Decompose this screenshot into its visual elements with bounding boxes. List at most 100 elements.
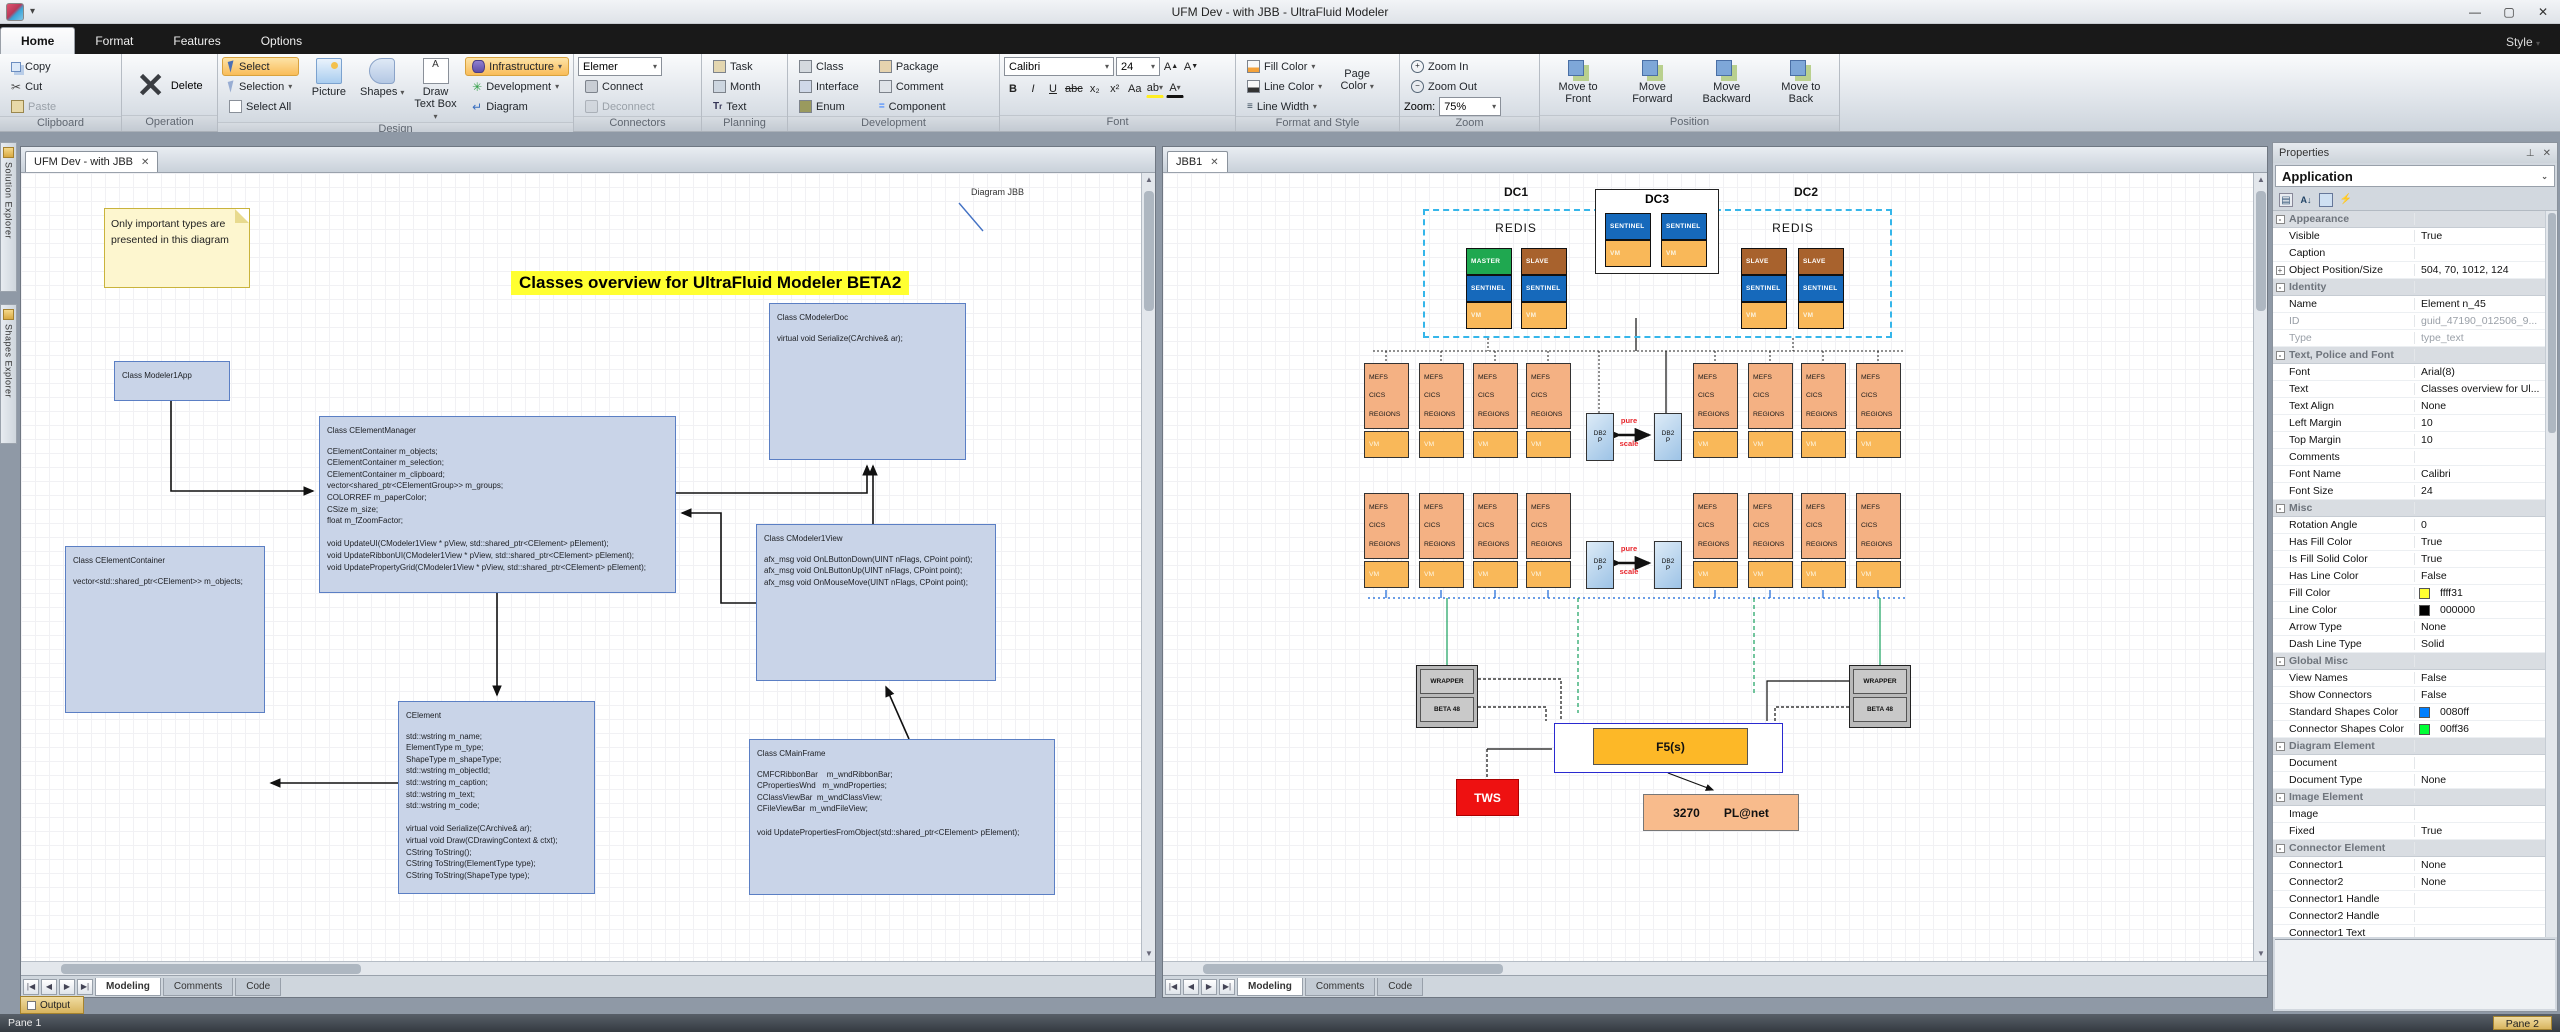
prev-page-button[interactable]: ◀	[41, 979, 57, 995]
property-value[interactable]: 00ff36	[2434, 723, 2557, 735]
property-row[interactable]: Comments	[2273, 449, 2557, 466]
task-button[interactable]: Task	[706, 57, 768, 76]
property-row[interactable]: Image	[2273, 806, 2557, 823]
property-value[interactable]: 504, 70, 1012, 124	[2415, 264, 2557, 276]
property-value[interactable]: Arial(8)	[2415, 366, 2557, 378]
property-value[interactable]: False	[2415, 689, 2557, 701]
property-value[interactable]: Solid	[2415, 638, 2557, 650]
property-row[interactable]: Text Classes overview for Ul...	[2273, 381, 2557, 398]
move-to-back-button[interactable]: Move to Back	[1772, 56, 1830, 105]
property-row[interactable]: Line Color 000000	[2273, 602, 2557, 619]
right-doc-tab[interactable]: JBB1✕	[1167, 151, 1228, 172]
mefs-stack[interactable]: MEFS CICS REGIONS VM	[1473, 363, 1518, 458]
class-box-celement[interactable]: CElement std::wstring m_name; ElementTyp…	[398, 701, 595, 894]
property-value[interactable]: 0	[2415, 519, 2557, 531]
grow-font-button[interactable]: A▲	[1162, 57, 1180, 76]
redis-stack-dc1-master[interactable]: MASTER SENTINEL VM	[1466, 248, 1512, 329]
property-row[interactable]: Connector1 None	[2273, 857, 2557, 874]
next-page-button[interactable]: ▶	[59, 979, 75, 995]
tab-code[interactable]: Code	[235, 978, 281, 996]
style-dropdown[interactable]: Style ▾	[2496, 30, 2550, 54]
tab-options[interactable]: Options	[241, 28, 322, 54]
close-icon[interactable]: ✕	[2543, 148, 2551, 159]
dc2-label[interactable]: DC2	[1776, 185, 1836, 199]
property-row[interactable]: Document Type None	[2273, 772, 2557, 789]
copy-button[interactable]: Copy	[4, 57, 63, 76]
property-value[interactable]: True	[2415, 553, 2557, 565]
property-value[interactable]: 10	[2415, 417, 2557, 429]
package-button[interactable]: Package	[872, 57, 953, 76]
property-value[interactable]: Element n_45	[2415, 298, 2557, 310]
redis-stack-dc2-slave-1[interactable]: SLAVE SENTINEL VM	[1741, 248, 1787, 329]
output-panel-tab[interactable]: Output	[20, 996, 84, 1014]
diagram-title[interactable]: Classes overview for UltraFluid Modeler …	[511, 271, 909, 295]
property-row[interactable]: Standard Shapes Color 0080ff	[2273, 704, 2557, 721]
class-box-cmainframe[interactable]: Class CMainFrame CMFCRibbonBar m_wndRibb…	[749, 739, 1055, 895]
mefs-stack[interactable]: MEFS CICS REGIONS VM	[1526, 493, 1571, 588]
tws-box[interactable]: TWS	[1456, 779, 1519, 816]
wrapper-box[interactable]: WRAPPER BETA 48	[1849, 665, 1911, 728]
close-icon[interactable]: ✕	[141, 157, 149, 168]
sort-az-icon[interactable]: A↓	[2299, 193, 2313, 207]
scroll-up-icon[interactable]: ▲	[1142, 173, 1156, 187]
redis-label-dc2[interactable]: REDIS	[1741, 221, 1845, 235]
property-value[interactable]: False	[2415, 570, 2557, 582]
next-page-button[interactable]: ▶	[1201, 979, 1217, 995]
connect-button[interactable]: Connect	[578, 77, 662, 96]
zoom-in-button[interactable]: +Zoom In	[1404, 57, 1501, 76]
mefs-stack[interactable]: MEFS CICS REGIONS VM	[1801, 493, 1846, 588]
property-row[interactable]: Has Line Color False	[2273, 568, 2557, 585]
wrapper-box[interactable]: WRAPPER BETA 48	[1416, 665, 1478, 728]
property-value[interactable]: None	[2415, 774, 2557, 786]
line-color-dropdown[interactable]: Line Color▾	[1240, 77, 1329, 96]
mefs-stack[interactable]: MEFS CICS REGIONS VM	[1748, 363, 1793, 458]
bold-button[interactable]: B	[1004, 79, 1022, 98]
property-value[interactable]: False	[2415, 672, 2557, 684]
subscript-button[interactable]: x₂	[1086, 79, 1104, 98]
tab-modeling[interactable]: Modeling	[95, 978, 161, 996]
first-page-button[interactable]: |◀	[1165, 979, 1181, 995]
tab-comments[interactable]: Comments	[1305, 978, 1375, 996]
property-row[interactable]: Connector1 Text	[2273, 925, 2557, 937]
property-row[interactable]: Text Align None	[2273, 398, 2557, 415]
property-row[interactable]: Connector2 Handle	[2273, 908, 2557, 925]
property-row[interactable]: Font Size 24	[2273, 483, 2557, 500]
property-value[interactable]: 000000	[2434, 604, 2557, 616]
property-value[interactable]: type_text	[2415, 332, 2557, 344]
dc1-label[interactable]: DC1	[1486, 185, 1546, 199]
property-row[interactable]: Connector2 None	[2273, 874, 2557, 891]
property-row[interactable]: Dash Line Type Solid	[2273, 636, 2557, 653]
property-value[interactable]: 24	[2415, 485, 2557, 497]
property-row[interactable]: View Names False	[2273, 670, 2557, 687]
redis-stack-dc3-sentinel-2[interactable]: SENTINEL VM	[1661, 213, 1707, 267]
class-box-cmodeler1view[interactable]: Class CModeler1View afx_msg void OnLButt…	[756, 524, 996, 681]
mefs-stack[interactable]: MEFS CICS REGIONS VM	[1693, 493, 1738, 588]
last-page-button[interactable]: ▶|	[77, 979, 93, 995]
left-doc-horizontal-scrollbar[interactable]	[21, 961, 1155, 975]
minimize-button[interactable]: —	[2458, 1, 2492, 23]
property-value[interactable]: None	[2415, 859, 2557, 871]
scroll-down-icon[interactable]: ▼	[1142, 947, 1156, 961]
property-row[interactable]: Connector1 Handle	[2273, 891, 2557, 908]
property-row[interactable]: Is Fill Solid Color True	[2273, 551, 2557, 568]
close-icon[interactable]: ✕	[1210, 157, 1218, 168]
zoom-level-combo[interactable]: 75%▾	[1439, 97, 1501, 116]
property-row[interactable]: Show Connectors False	[2273, 687, 2557, 704]
property-row[interactable]: - Diagram Element	[2273, 738, 2557, 755]
line-width-dropdown[interactable]: ≡Line Width▾	[1240, 97, 1329, 116]
move-forward-button[interactable]: Move Forward	[1623, 56, 1681, 105]
enum-button[interactable]: Enum	[792, 97, 866, 116]
redis-stack-dc2-slave-2[interactable]: SLAVE SENTINEL VM	[1798, 248, 1844, 329]
diagram-button[interactable]: ↵Diagram	[465, 97, 569, 116]
select-all-button[interactable]: Select All	[222, 97, 299, 116]
text-button[interactable]: TrText	[706, 97, 768, 116]
property-row[interactable]: Left Margin 10	[2273, 415, 2557, 432]
tab-modeling[interactable]: Modeling	[1237, 978, 1303, 996]
scroll-up-icon[interactable]: ▲	[2254, 173, 2268, 187]
property-row[interactable]: - Global Misc	[2273, 653, 2557, 670]
fill-color-dropdown[interactable]: Fill Color▾	[1240, 57, 1329, 76]
property-row[interactable]: Fill Color ffff31	[2273, 585, 2557, 602]
infrastructure-dropdown[interactable]: Infrastructure▾	[465, 57, 569, 76]
move-to-front-button[interactable]: Move to Front	[1549, 56, 1607, 105]
class-box-modeler1app[interactable]: Class Modeler1App	[114, 361, 230, 401]
